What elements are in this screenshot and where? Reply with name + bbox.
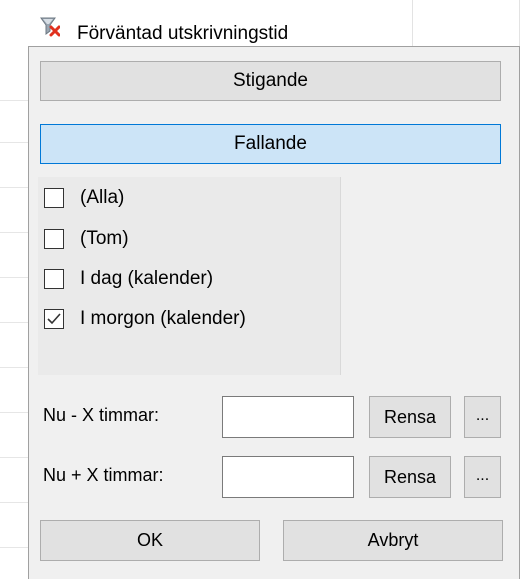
hours-minus-input[interactable]	[222, 396, 354, 438]
list-item-label: (Tom)	[80, 228, 129, 249]
list-item-label: I morgon (kalender)	[80, 308, 246, 329]
sort-descending-button[interactable]: Fallande	[40, 124, 501, 164]
spreadsheet-background	[0, 46, 28, 579]
hours-minus-more-button[interactable]: ...	[464, 396, 501, 438]
checkbox[interactable]	[44, 188, 64, 208]
checkbox[interactable]	[44, 269, 64, 289]
hours-minus-clear-button[interactable]: Rensa	[369, 396, 451, 438]
checkbox-checked[interactable]	[44, 309, 64, 329]
hours-plus-label: Nu + X timmar:	[43, 465, 164, 485]
hours-plus-clear-button[interactable]: Rensa	[369, 456, 451, 498]
checkbox[interactable]	[44, 229, 64, 249]
list-item-label: I dag (kalender)	[80, 268, 214, 289]
filter-dropdown-panel: Stigande Fallande (Alla) (Tom) I dag (ka…	[28, 46, 520, 579]
grid-line	[412, 0, 413, 46]
hours-plus-input[interactable]	[222, 456, 354, 498]
hours-minus-label: Nu - X timmar:	[43, 405, 160, 425]
list-item[interactable]: (Alla)	[44, 185, 124, 211]
cancel-button[interactable]: Avbryt	[283, 520, 503, 561]
list-item[interactable]: (Tom)	[44, 226, 129, 252]
ok-button[interactable]: OK	[40, 520, 260, 561]
sort-ascending-button[interactable]: Stigande	[40, 61, 501, 101]
checkmark-icon	[47, 313, 61, 325]
column-title: Förväntad utskrivningstid	[77, 23, 289, 44]
hours-plus-more-button[interactable]: ...	[464, 456, 501, 498]
grid-line	[519, 0, 520, 46]
column-header[interactable]: Förväntad utskrivningstid	[0, 14, 412, 46]
list-item[interactable]: I dag (kalender)	[44, 266, 213, 292]
list-item[interactable]: I morgon (kalender)	[44, 306, 246, 332]
list-divider	[340, 177, 341, 375]
filter-funnel-icon	[40, 16, 61, 38]
list-item-label: (Alla)	[80, 187, 125, 208]
